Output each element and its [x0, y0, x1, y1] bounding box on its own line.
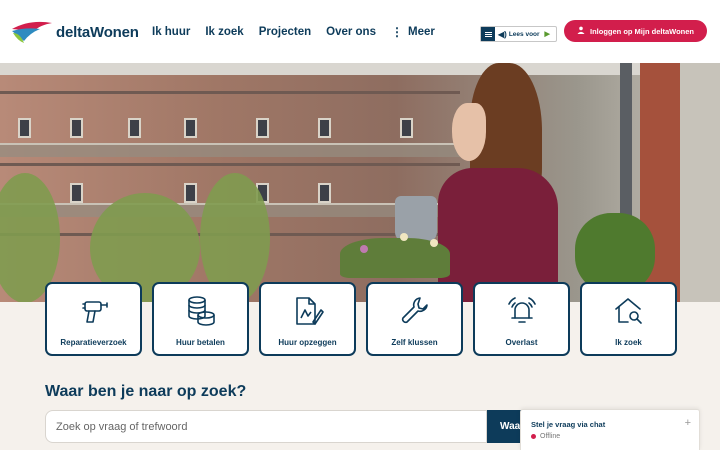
- building-window: [400, 118, 413, 138]
- brand-logo[interactable]: deltaWonen: [10, 18, 142, 46]
- chat-title: Stel je vraag via chat: [531, 420, 606, 429]
- flower: [360, 245, 368, 253]
- nav-item-label: Projecten: [258, 26, 312, 38]
- building-window: [318, 183, 331, 203]
- chat-status-label: Offline: [540, 433, 561, 440]
- nav-item-label: Meer: [407, 26, 435, 38]
- potted-plant: [575, 213, 655, 293]
- tile-zelf-klussen[interactable]: Zelf klussen: [366, 282, 463, 356]
- building-window: [184, 183, 197, 203]
- nav-item-meer[interactable]: ⋮ Meer: [391, 25, 435, 39]
- search-button-label: Waar: [500, 421, 521, 432]
- flower: [400, 233, 408, 241]
- building-window: [318, 118, 331, 138]
- offline-dot-icon: [531, 434, 536, 439]
- alarm-bell-icon: [507, 297, 536, 323]
- user-icon: [577, 26, 585, 36]
- site-header: deltaWonen Ik huur Ik zoek Projecten Ove…: [0, 0, 720, 63]
- deltawonen-logo-icon: [12, 21, 52, 43]
- nav-item-over-ons[interactable]: Over ons: [326, 25, 376, 39]
- building-window: [70, 183, 83, 203]
- login-label: Inloggen op Mijn deltaWonen: [589, 26, 695, 36]
- tile-ik-zoek[interactable]: Ik zoek: [580, 282, 677, 356]
- nav-item-ik-huur[interactable]: Ik huur: [152, 25, 190, 39]
- more-dots-icon: ⋮: [390, 25, 403, 39]
- document-sign-icon: [295, 297, 324, 325]
- building-window: [256, 118, 269, 138]
- chat-status: Offline: [531, 433, 560, 440]
- nav-item-label: Ik huur: [152, 26, 191, 38]
- speaker-icon: ◀): [498, 29, 507, 39]
- flower: [430, 239, 438, 247]
- expand-plus-icon[interactable]: +: [685, 417, 691, 429]
- house-search-icon: [614, 298, 642, 324]
- drill-icon: [81, 301, 108, 323]
- quick-links: Reparatieverzoek Huur betalen Huur opzeg…: [45, 282, 677, 356]
- building-ledge: [0, 91, 460, 94]
- search-button[interactable]: Waar: [487, 410, 521, 443]
- login-button[interactable]: Inloggen op Mijn deltaWonen: [564, 20, 707, 42]
- nav-item-label: Ik zoek: [205, 26, 244, 38]
- tile-label: Huur betalen: [176, 338, 225, 347]
- tile-label: Overlast: [505, 338, 538, 347]
- building-ledge: [0, 163, 460, 166]
- wrench-icon: [401, 297, 428, 324]
- readspeaker-widget[interactable]: ◀) Lees voor ▶: [480, 26, 557, 42]
- search-heading: Waar ben je naar op zoek?: [45, 383, 247, 400]
- brand-name: deltaWonen: [56, 23, 139, 41]
- nav-item-label: Over ons: [326, 26, 376, 38]
- tile-huur-opzeggen[interactable]: Huur opzeggen: [259, 282, 356, 356]
- nav-item-projecten[interactable]: Projecten: [259, 25, 311, 39]
- tile-reparatieverzoek[interactable]: Reparatieverzoek: [45, 282, 142, 356]
- nav-item-ik-zoek[interactable]: Ik zoek: [205, 25, 243, 39]
- main-nav: Ik huur Ik zoek Projecten Over ons ⋮ Meer: [152, 25, 450, 39]
- wall-panel: [680, 63, 720, 302]
- tile-overlast[interactable]: Overlast: [473, 282, 570, 356]
- tile-label: Ik zoek: [615, 338, 642, 347]
- building-window: [18, 118, 31, 138]
- building-window: [184, 118, 197, 138]
- balcony-railing: [0, 143, 460, 157]
- tile-label: Huur opzeggen: [278, 338, 337, 347]
- search-input[interactable]: [45, 410, 487, 443]
- tile-huur-betalen[interactable]: Huur betalen: [152, 282, 249, 356]
- hero-sky: [0, 63, 720, 75]
- readspeaker-label: Lees voor: [508, 30, 540, 38]
- hero-image: [0, 63, 720, 302]
- building-window: [70, 118, 83, 138]
- building-window: [128, 118, 141, 138]
- chat-widget[interactable]: Stel je vraag via chat Offline +: [520, 409, 700, 450]
- menu-icon[interactable]: [481, 27, 495, 41]
- coins-icon: [187, 296, 215, 326]
- woman-face: [452, 103, 486, 161]
- tile-label: Reparatieverzoek: [60, 338, 127, 347]
- tile-label: Zelf klussen: [391, 338, 438, 347]
- play-icon[interactable]: ▶: [545, 30, 550, 38]
